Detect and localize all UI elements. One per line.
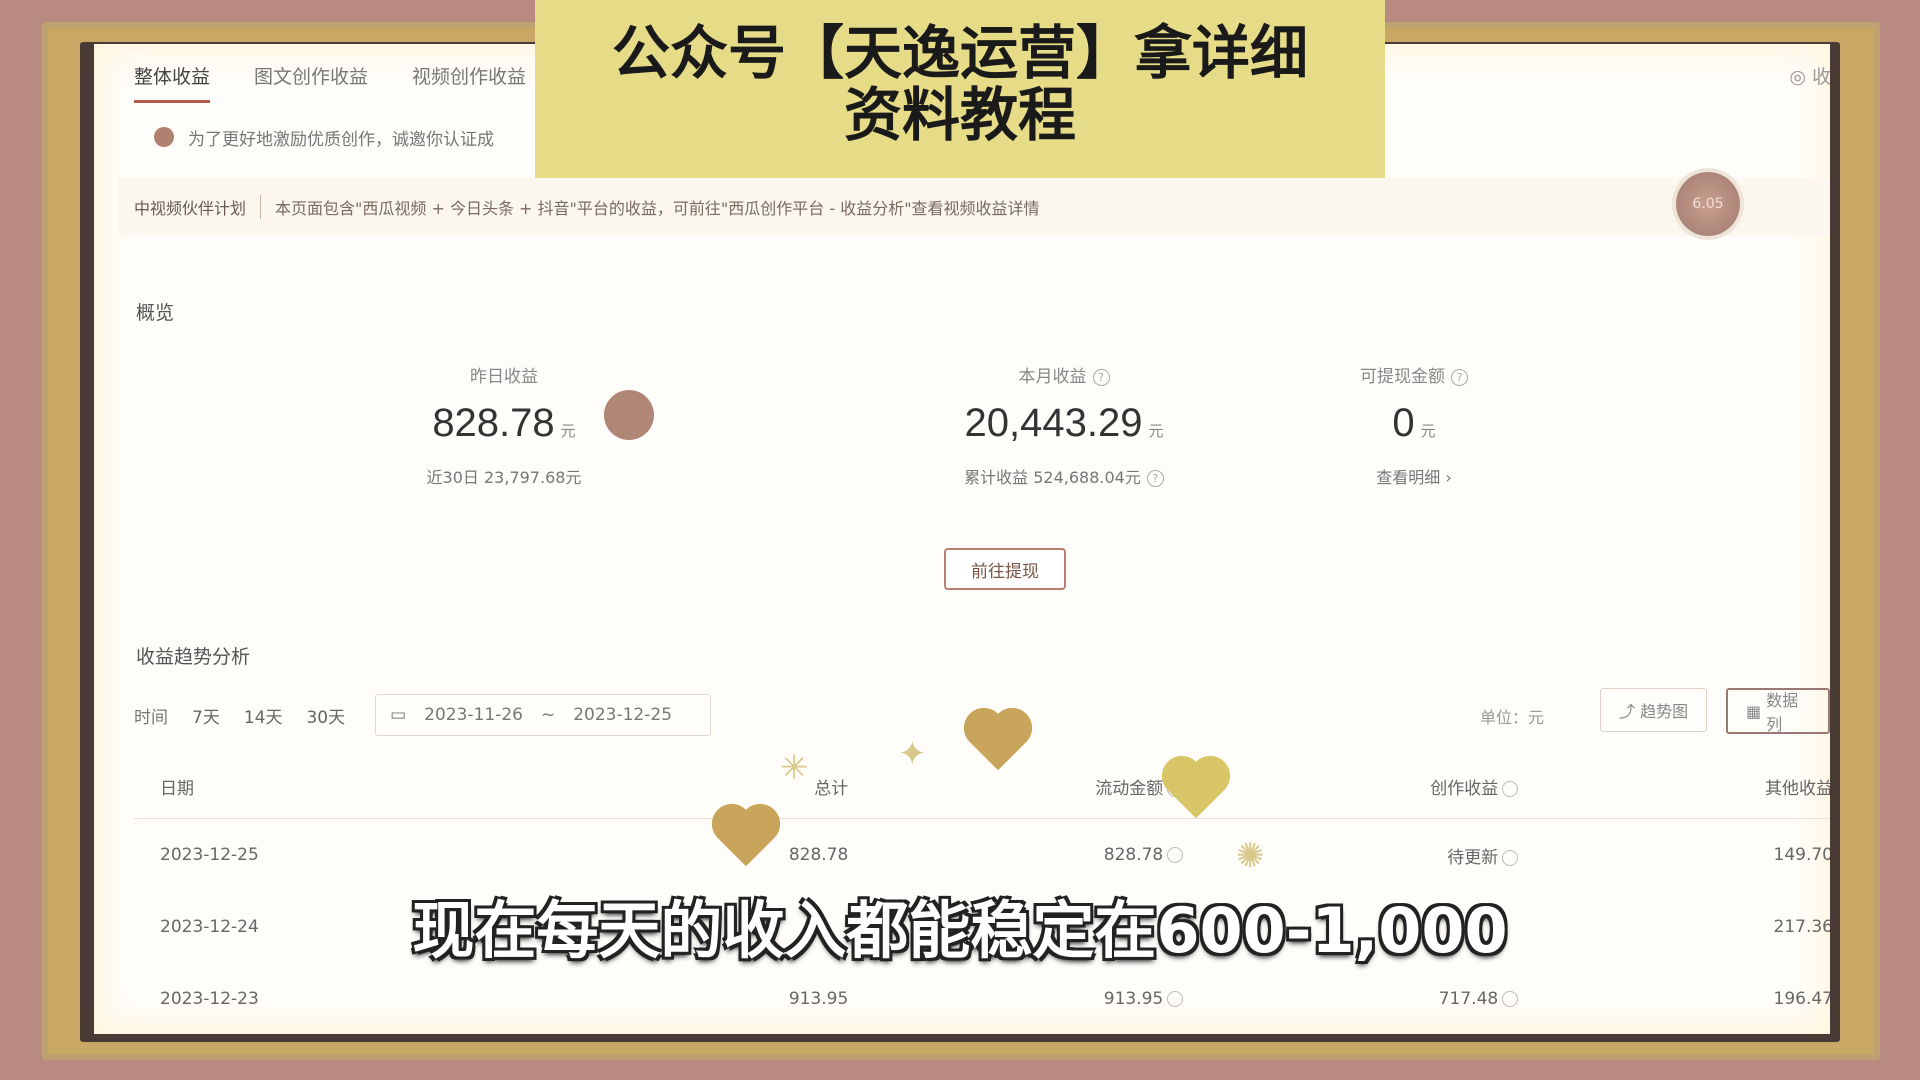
time-label: 时间 [134, 707, 168, 728]
date-start: 2023-11-26 [424, 705, 523, 725]
cell-creation: 717.48 [1184, 963, 1519, 1034]
unit-label: 单位：元 [1480, 708, 1545, 727]
col-other-revenue: 其他收益 [1519, 754, 1830, 819]
avatar[interactable]: 6.05 [1676, 172, 1740, 236]
partner-banner: 中视频伙伴计划 本页面包含"西瓜视频 + 今日头条 + 抖音"平台的收益，可前往… [118, 172, 1830, 236]
notice-icon [154, 127, 174, 147]
stat-value: 20,443.29 [964, 401, 1143, 445]
stat-label: 本月收益 [1018, 367, 1087, 387]
info-icon[interactable] [1167, 847, 1184, 863]
date-separator: ~ [540, 705, 556, 725]
stat-value-wrap: 20,443.29 元 [904, 401, 1224, 446]
info-icon[interactable] [1502, 849, 1519, 866]
stat-unit: 元 [1420, 423, 1436, 440]
col-flow-amount-label: 流动金额 [1095, 778, 1164, 799]
sparkle-icon: ✳ [780, 748, 809, 788]
tab-bar: 整体收益 图文创作收益 视频创作收益 [134, 50, 526, 106]
notice-text: 为了更好地激励优质创作，诚邀你认证成 [188, 129, 494, 150]
promo-overlay: 公众号【天逸运营】拿详细 资料教程 [535, 0, 1385, 178]
help-icon[interactable] [1502, 780, 1519, 797]
stat-sub: 累计收益 524,688.04元 [964, 468, 1141, 487]
banner-tag: 中视频伙伴计划 [118, 195, 262, 219]
view-table-label: 数据列 [1766, 691, 1799, 734]
line-chart-icon: ⤴ [1619, 702, 1641, 721]
video-subtitle: 现在每天的收入都能稳定在600-1,000 [412, 894, 1508, 967]
table-row: 2023-12-23 913.95 913.95 717.48 196.47 [134, 963, 1830, 1034]
range-7d[interactable]: 7天 [192, 703, 220, 728]
cell-creation-value: 待更新 [1447, 847, 1499, 868]
stat-value: 0 [1392, 401, 1415, 445]
stat-sub-wrap: 累计收益 524,688.04元? [904, 464, 1224, 488]
revenue-settings-link[interactable]: ◎ 收益 [1789, 62, 1830, 89]
trend-title: 收益趋势分析 [136, 646, 251, 668]
tab-overall-revenue[interactable]: 整体收益 [134, 50, 211, 103]
tab-video-revenue[interactable]: 视频创作收益 [412, 50, 526, 106]
stat-unit: 元 [560, 423, 576, 440]
view-detail-link[interactable]: 查看明细 › [1254, 464, 1574, 488]
stat-unit: 元 [1148, 423, 1164, 440]
promo-line-1: 公众号【天逸运营】拿详细 [611, 19, 1308, 87]
col-creation-revenue: 创作收益 [1184, 754, 1520, 819]
cell-flow-value: 828.78 [1103, 845, 1164, 865]
help-icon[interactable]: ? [1451, 368, 1468, 386]
notice-bar: 为了更好地激励优质创作，诚邀你认证成 [154, 120, 494, 154]
calendar-icon: ▭ [390, 705, 407, 725]
info-icon[interactable] [1502, 991, 1519, 1007]
tab-article-revenue[interactable]: 图文创作收益 [254, 50, 368, 106]
range-30d[interactable]: 30天 [306, 703, 345, 728]
view-trend-label: 趋势图 [1640, 702, 1689, 721]
stat-label: 可提现金额 [1360, 367, 1445, 387]
withdraw-button[interactable]: 前往提现 [944, 548, 1066, 590]
range-14d[interactable]: 14天 [244, 703, 283, 728]
cursor-highlight [604, 390, 654, 440]
stat-month: 本月收益? 20,443.29 元 累计收益 524,688.04元? [904, 362, 1224, 488]
date-end: 2023-12-25 [573, 705, 673, 725]
col-date: 日期 [134, 754, 626, 819]
stat-label-wrap: 可提现金额? [1254, 362, 1574, 387]
trend-filters: 时间 7天 14天 30天 ▭ 2023-11-26 ~ 2023-12-25 [134, 694, 712, 736]
table-icon: ▦ [1746, 701, 1767, 721]
stat-label: 昨日收益 [470, 367, 538, 387]
stat-value: 828.78 [432, 401, 555, 445]
trend-chart-button[interactable]: ⤴ 趋势图 [1600, 688, 1708, 732]
sparkle-icon: ✺ [1236, 836, 1265, 876]
help-icon[interactable]: ? [1146, 470, 1164, 487]
cell-total: 913.95 [788, 989, 849, 1009]
table-header-row: 日期 总计 流动金额 创作收益 其他收益 [134, 754, 1830, 819]
sparkle-icon: ✦ [898, 734, 927, 774]
cell-flow-value: 913.95 [1103, 989, 1164, 1009]
overview-title: 概览 [136, 302, 175, 324]
col-creation-label: 创作收益 [1430, 778, 1499, 799]
stat-sub: 近30日 23,797.68元 [426, 468, 582, 487]
cell-creation-value: 717.48 [1438, 989, 1499, 1009]
cell-other: 196.47 [1773, 989, 1830, 1009]
data-table-button[interactable]: ▦ 数据列 [1726, 688, 1830, 734]
date-range-picker[interactable]: ▭ 2023-11-26 ~ 2023-12-25 [375, 694, 712, 736]
cell-flow: 913.95 [849, 963, 1184, 1034]
stat-value-wrap: 0元 [1254, 401, 1574, 446]
banner-text: 本页面包含"西瓜视频 + 今日头条 + 抖音"平台的收益，可前往"西瓜创作平台 … [275, 199, 1040, 218]
stat-label-wrap: 本月收益? [904, 362, 1224, 387]
stat-withdrawable: 可提现金额? 0元 查看明细 › [1254, 362, 1574, 488]
promo-line-2: 资料教程 [843, 81, 1076, 149]
help-icon[interactable]: ? [1092, 368, 1110, 386]
cell-date: 2023-12-23 [160, 989, 259, 1009]
info-icon[interactable] [1167, 991, 1184, 1007]
